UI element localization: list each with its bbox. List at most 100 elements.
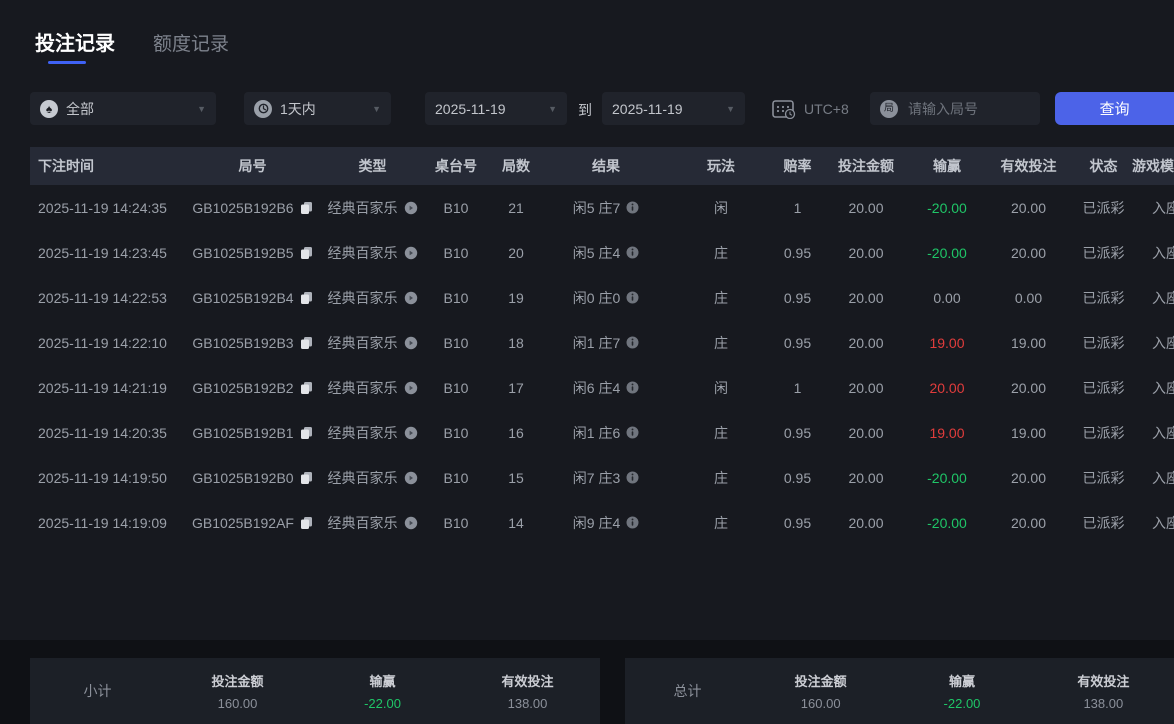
table-row: 2025-11-19 14:21:19 GB1025B192B2 经典百家乐 B10 1…	[30, 365, 1174, 410]
bet-amount-cell: 20.00	[848, 289, 884, 306]
column-header-result: 结果	[592, 158, 620, 174]
result-text: 闲5 庄4	[572, 244, 621, 261]
table-row: 2025-11-19 14:22:53 GB1025B192B4 经典百家乐 B10 1…	[30, 275, 1174, 320]
chevron-down-icon: ▼	[548, 103, 557, 114]
status-cell: 已派彩	[1082, 244, 1125, 261]
valid-bet-cell: 0.00	[1014, 289, 1043, 306]
bet-time-cell: 2025-11-19 14:22:53	[38, 289, 167, 306]
replay-icon[interactable]	[404, 426, 418, 440]
status-cell: 已派彩	[1082, 289, 1125, 306]
round-no-cell: 17	[508, 379, 524, 396]
replay-icon[interactable]	[404, 471, 418, 485]
round-id-text: GB1025B192B1	[192, 424, 294, 441]
table-body: 2025-11-19 14:24:35 GB1025B192B6 经典百家乐 B10 2…	[30, 185, 1174, 545]
time-range-dropdown[interactable]: 1天内 ▼	[244, 92, 391, 125]
info-icon[interactable]	[626, 246, 639, 259]
result-cell: 闲5 庄7	[545, 198, 667, 218]
copy-icon[interactable]	[300, 381, 313, 395]
result-cell: 闲9 庄4	[545, 513, 667, 533]
win-loss-cell: 0.00	[933, 289, 961, 306]
result-text: 闲5 庄7	[572, 199, 621, 216]
round-no-cell: 15	[508, 469, 524, 486]
game-type-cell: 经典百家乐	[320, 378, 425, 398]
copy-icon[interactable]	[300, 336, 313, 350]
column-header-mode: 游戏模式	[1132, 158, 1174, 174]
result-text: 闲6 庄4	[572, 379, 621, 396]
game-mode-cell: 入座模式	[1152, 469, 1174, 486]
copy-icon[interactable]	[300, 291, 313, 305]
calendar-clock-icon[interactable]	[772, 99, 796, 119]
result-cell: 闲1 庄7	[545, 333, 667, 353]
column-header-table_no: 桌台号	[435, 158, 477, 174]
round-id-cell: GB1025B192B0	[185, 470, 320, 486]
replay-icon[interactable]	[404, 201, 418, 215]
table-row: 2025-11-19 14:24:35 GB1025B192B6 经典百家乐 B10 2…	[30, 185, 1174, 230]
replay-icon[interactable]	[404, 246, 418, 260]
bet-amount-cell: 20.00	[848, 514, 884, 531]
info-icon[interactable]	[626, 471, 639, 484]
column-header-status: 状态	[1089, 158, 1118, 174]
play-cell: 庄	[714, 334, 728, 351]
game-type-text: 经典百家乐	[327, 379, 398, 396]
valid-bet-cell: 20.00	[1010, 514, 1047, 531]
result-cell: 闲0 庄0	[545, 288, 667, 308]
game-type-cell: 经典百家乐	[320, 513, 425, 533]
game-category-value: 全部	[66, 100, 94, 117]
info-icon[interactable]	[626, 201, 639, 214]
round-id-text: GB1025B192B5	[192, 244, 294, 261]
game-type-text: 经典百家乐	[327, 334, 398, 351]
game-category-dropdown[interactable]: ♠ 全部 ▼	[30, 92, 216, 125]
round-no-cell: 21	[508, 199, 524, 216]
timezone-label: UTC+8	[804, 100, 849, 117]
round-number-icon: 局	[880, 99, 898, 118]
column-header-time: 下注时间	[38, 158, 94, 174]
subtotal-title: 小计	[83, 683, 112, 699]
round-search-input[interactable]	[906, 99, 1022, 118]
chevron-down-icon: ▼	[726, 103, 735, 114]
game-type-cell: 经典百家乐	[320, 288, 425, 308]
tab-quota-records[interactable]: 额度记录	[153, 29, 229, 56]
replay-icon[interactable]	[404, 381, 418, 395]
game-mode-cell: 入座模式	[1152, 334, 1174, 351]
tab-bet-records[interactable]: 投注记录	[35, 27, 115, 64]
valid-bet-cell: 20.00	[1010, 469, 1047, 486]
bet-records-table: 下注时间 局号 类型 桌台号 局数 结果 玩法 赔率 投注金额 输赢 有效投注 状态游戏模式 2025…	[30, 147, 1174, 640]
replay-icon[interactable]	[404, 516, 418, 530]
total-win-loss-value: -22.00	[943, 696, 981, 711]
copy-icon[interactable]	[300, 246, 313, 260]
valid-bet-cell: 20.00	[1010, 379, 1047, 396]
table-row: 2025-11-19 14:19:09 GB1025B192AF 经典百家乐 B10 1…	[30, 500, 1174, 545]
table-header-row: 下注时间 局号 类型 桌台号 局数 结果 玩法 赔率 投注金额 输赢 有效投注 状态游戏模式	[30, 147, 1174, 185]
play-cell: 庄	[714, 514, 728, 531]
replay-icon[interactable]	[404, 291, 418, 305]
copy-icon[interactable]	[300, 426, 313, 440]
status-cell: 已派彩	[1082, 334, 1125, 351]
date-to-picker[interactable]: 2025-11-19 ▼	[602, 92, 745, 125]
date-from-picker[interactable]: 2025-11-19 ▼	[425, 92, 567, 125]
play-cell: 庄	[714, 469, 728, 486]
win-loss-cell: -20.00	[927, 244, 967, 261]
replay-icon[interactable]	[404, 336, 418, 350]
bet-amount-cell: 20.00	[848, 334, 884, 351]
result-cell: 闲7 庄3	[545, 468, 667, 488]
copy-icon[interactable]	[300, 201, 313, 215]
game-type-text: 经典百家乐	[327, 469, 398, 486]
info-icon[interactable]	[626, 291, 639, 304]
table-row: 2025-11-19 14:22:10 GB1025B192B3 经典百家乐 B10 1…	[30, 320, 1174, 365]
round-id-text: GB1025B192AF	[192, 514, 294, 531]
info-icon[interactable]	[626, 516, 639, 529]
copy-icon[interactable]	[300, 471, 313, 485]
query-button[interactable]: 查询	[1055, 92, 1174, 125]
info-icon[interactable]	[626, 336, 639, 349]
info-icon[interactable]	[626, 426, 639, 439]
subtotal-win-loss-label: 输赢	[369, 674, 396, 689]
total-win-loss-label: 输赢	[948, 674, 975, 689]
table-no-cell: B10	[443, 424, 469, 441]
copy-icon[interactable]	[300, 516, 313, 530]
info-icon[interactable]	[626, 381, 639, 394]
result-text: 闲0 庄0	[572, 289, 621, 306]
bet-time-cell: 2025-11-19 14:23:45	[38, 244, 167, 261]
round-search-box: 局	[870, 92, 1040, 125]
win-loss-cell: -20.00	[927, 514, 967, 531]
result-cell: 闲6 庄4	[545, 378, 667, 398]
